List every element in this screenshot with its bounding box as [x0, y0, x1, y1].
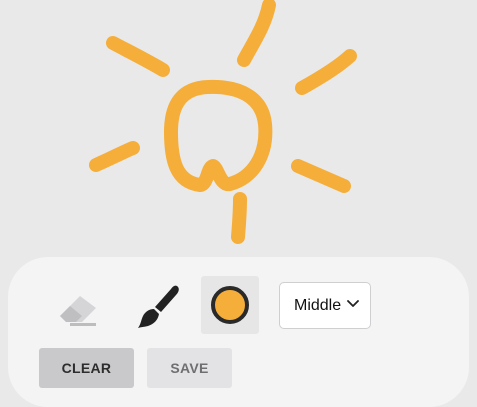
brush-tool-button[interactable]	[130, 281, 186, 333]
brush-size-value: Middle	[294, 296, 342, 314]
drawing-toolbar: Middle CLEAR SAVE	[8, 257, 469, 407]
save-button[interactable]: SAVE	[147, 348, 232, 388]
sun-ray-stroke	[231, 192, 247, 244]
chevron-down-icon	[347, 300, 359, 307]
sun-ray-stroke	[291, 159, 351, 193]
eraser-icon	[60, 296, 96, 326]
eraser-tool-button[interactable]	[48, 286, 104, 330]
paintbrush-icon	[138, 285, 179, 328]
color-picker-button[interactable]	[201, 276, 259, 334]
sun-ray-stroke	[237, 0, 276, 67]
brush-size-select[interactable]: Middle	[279, 282, 371, 329]
sun-ray-stroke	[295, 49, 357, 95]
sun-circle-stroke	[164, 79, 273, 192]
sun-ray-stroke	[106, 36, 170, 77]
color-swatch	[211, 286, 249, 324]
sun-ray-stroke	[89, 141, 140, 172]
clear-button[interactable]: CLEAR	[39, 348, 134, 388]
